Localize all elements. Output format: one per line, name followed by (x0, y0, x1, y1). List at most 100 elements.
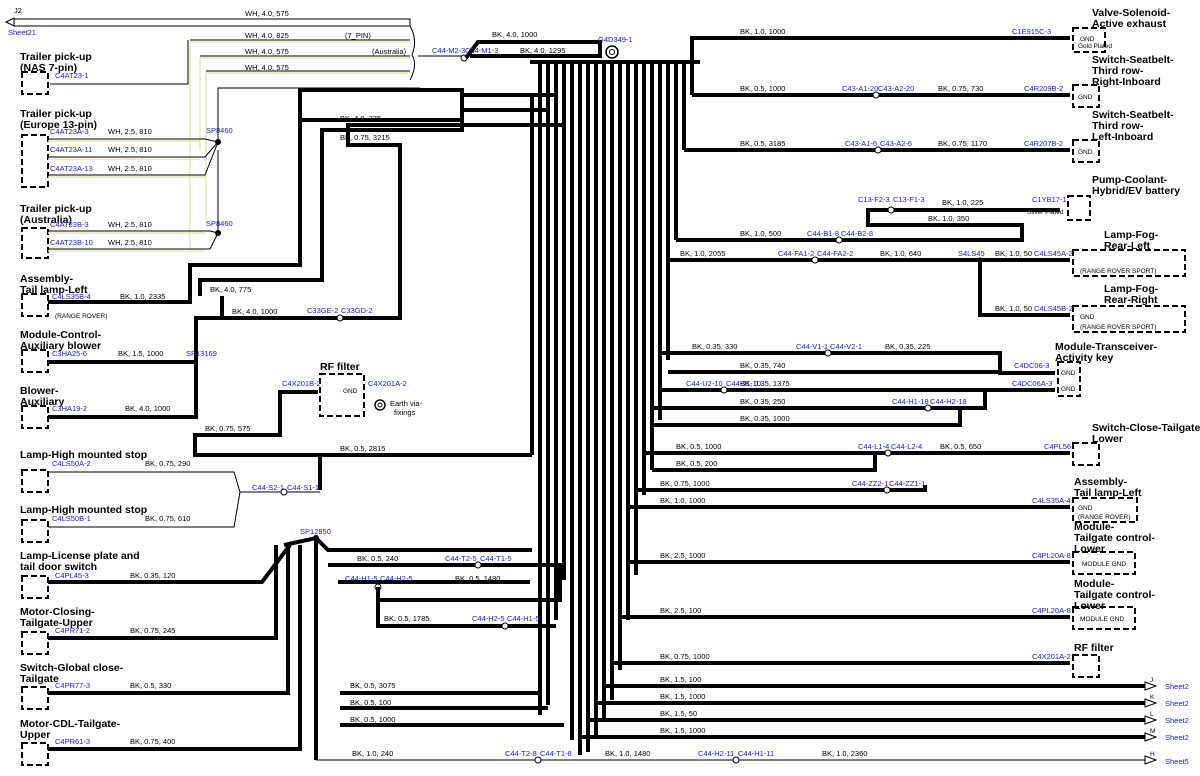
tl-r-title-2: Tail lamp-Left (1074, 487, 1142, 499)
inline-33-b[interactable]: C33GD-2 (341, 306, 373, 315)
tail-lamp-left-note: (RANGE ROVER) (55, 313, 107, 320)
rf-r-pin[interactable]: C4X201A-2 (1032, 652, 1071, 661)
tx-inline-u2[interactable]: C44-U2-10 (686, 379, 723, 388)
trailer-eu-wire-2: WH, 2.5, 810 (108, 145, 152, 154)
tx-pin-b[interactable]: C4DC06A-3 (1012, 379, 1052, 388)
sheet-in-link[interactable]: Sheet21 (8, 28, 36, 37)
top-bk-wire-2: BK, 4.0, 1295 (520, 46, 565, 55)
tg-mod-1-pin[interactable]: C4PL20A-8 (1032, 551, 1071, 560)
sw-close-inline-b[interactable]: C44-L2-4 (891, 442, 922, 451)
valve-pin[interactable]: C1E915C-3 (1012, 27, 1051, 36)
pump-pin[interactable]: C1YB17-1 (1032, 195, 1067, 204)
out-m-wire: BK, 1.5, 1000 (660, 726, 705, 735)
closing-motor-pin[interactable]: C4PR71-2 (55, 626, 90, 635)
lower-wire-5: BK, 0.5, 100 (350, 698, 391, 707)
license-lamp-pin[interactable]: C4PL45-3 (55, 571, 89, 580)
tl-r-note: (RANGE ROVER) (1078, 514, 1130, 521)
hms-inline-a[interactable]: C44-S2-1 (252, 483, 284, 492)
rf-r-title: RF filter (1074, 642, 1114, 654)
bottom-wire-2: BK, 1.0, 1480 (605, 749, 650, 758)
trailer-au-pin-1[interactable]: C4AT23B-3 (50, 220, 89, 229)
trailer-eu-pin-2[interactable]: C4AT23A-11 (50, 145, 92, 154)
top-wire-2-note: (7_PIN) (345, 31, 371, 40)
global-close-switch-pin[interactable]: C4PR77-3 (55, 681, 90, 690)
tx-inline-h1[interactable]: C44-H1-18 (892, 397, 929, 406)
trailer-eu-pin-1[interactable]: C4AT23A-3 (50, 127, 89, 136)
trailer-au-pin-2[interactable]: C4AT23B-10 (50, 238, 93, 247)
trailer-eu-connector (21, 134, 49, 188)
tl-r-inline-b[interactable]: C44-ZZ1-1 (889, 479, 925, 488)
pump-inline-a[interactable]: C13-F2-3 (858, 195, 890, 204)
out-j-sheet[interactable]: Sheet2 (1165, 682, 1189, 691)
blower-aux-wire: BK, 4.0, 1000 (125, 404, 170, 413)
seatbelt-l-inline-b[interactable]: C43-A2-6 (880, 139, 912, 148)
tl-r-inline-a[interactable]: C44-ZZ2-1 (852, 479, 888, 488)
trailer-au-connector (21, 227, 49, 259)
tx-inline-h2[interactable]: C44-H2-18 (930, 397, 967, 406)
out-l-wire: BK, 1.5, 50 (660, 709, 697, 718)
fog-l-inline-b[interactable]: C44-FA2-2 (817, 249, 853, 258)
cdl-motor-title-2: Upper (20, 729, 50, 741)
seatbelt-r-inline-b[interactable]: C43-A2-20 (878, 84, 914, 93)
bottom-inline-h2[interactable]: C44-H2-11 (698, 749, 734, 758)
lower-inline-1b[interactable]: C44-T1-5 (480, 554, 512, 563)
splice-sp12850: SP12850 (300, 527, 331, 536)
cdl-motor-pin[interactable]: C4PR61-3 (55, 737, 90, 746)
wiring-diagram: { "page": {"label": "J2", "sheet_in": "S… (0, 0, 1200, 776)
tx-inline-v2[interactable]: C44-V2-1 (830, 342, 862, 351)
bottom-inline-t2[interactable]: C44-T2-8 (505, 749, 537, 758)
bottom-inline-t1[interactable]: C44-T1-8 (540, 749, 572, 758)
pump-inline-b1[interactable]: C44-B1-8 (807, 229, 839, 238)
hms-lamp-b-pin[interactable]: C4LS50B-1 (52, 514, 91, 523)
fog-l-inline-a[interactable]: C44-FA1-2 (778, 249, 814, 258)
inline-33-a[interactable]: C33GE-2 (307, 306, 338, 315)
seatbelt-l-pin[interactable]: C4R207B-2 (1024, 139, 1063, 148)
trailer-eu-pin-3[interactable]: C4AT23A-13 (50, 164, 93, 173)
inline-top-a[interactable]: C44-M2-3 (432, 46, 465, 55)
bottom-sheet[interactable]: Sheet5 (1165, 757, 1189, 766)
seatbelt-r-inline-a[interactable]: C43-A1-20 (842, 84, 878, 93)
pump-inline-b[interactable]: C13-F1-3 (893, 195, 925, 204)
lower-inline-3b[interactable]: C44-H1-5 (507, 614, 540, 623)
sw-close-inline-a[interactable]: C44-L1-4 (858, 442, 889, 451)
bus-wire-5: BK, 0.75, 575 (205, 424, 250, 433)
global-close-switch-title-2: Tailgate (20, 673, 59, 685)
bottom-inline-h1[interactable]: C44-H1-11 (738, 749, 774, 758)
lower-inline-2b[interactable]: C44-H2-5 (380, 574, 413, 583)
hms-lamp-a-pin[interactable]: C4LS50A-2 (52, 459, 91, 468)
fog-l-pin[interactable]: C4LS45A-2 (1034, 249, 1073, 258)
out-m-sheet[interactable]: Sheet2 (1165, 733, 1189, 742)
lower-inline-2a[interactable]: C44-H1-5 (345, 574, 378, 583)
seatbelt-l-inline-a[interactable]: C43-A1-6 (845, 139, 877, 148)
bus-wire-4: BK, 4.0, 1000 (232, 307, 277, 316)
rf-filter-pin-b[interactable]: C4X201B-2 (282, 379, 321, 388)
fog-r-pin[interactable]: C4LS45B-2 (1034, 304, 1073, 313)
aux-blower-module-pin[interactable]: C3HA25-6 (52, 349, 87, 358)
trailer-nas-pin[interactable]: C4AT23-1 (55, 71, 89, 80)
seatbelt-r-pin[interactable]: C4R209B-2 (1024, 84, 1063, 93)
rf-filter-pin-a[interactable]: C4X201A-2 (368, 379, 407, 388)
tl-r-pin[interactable]: C4LS35A-4 (1032, 496, 1071, 505)
tx-inline-v1[interactable]: C44-V1-1 (796, 342, 828, 351)
blower-aux-pin[interactable]: C3HA19-2 (52, 404, 87, 413)
sw-close-title-2: Lower (1092, 433, 1123, 445)
valve-sub: Gold Plated (1078, 43, 1112, 50)
pump-inline-b2[interactable]: C44-B2-8 (841, 229, 873, 238)
out-k-sheet[interactable]: Sheet2 (1165, 699, 1189, 708)
hms-lamp-a-wire: BK, 0.75, 290 (145, 459, 190, 468)
hms-lamp-b-wire: BK, 0.75, 610 (145, 514, 190, 523)
hms-inline-b[interactable]: C44-S1-1 (287, 483, 319, 492)
tx-pin-a[interactable]: C4DC06-3 (1014, 361, 1049, 370)
tg-mod-2-gnd: MODULE GND (1080, 616, 1124, 623)
top-bk-wire-1: BK, 4.0, 1000 (492, 30, 537, 39)
lower-inline-3a[interactable]: C44-H2-5 (472, 614, 505, 623)
license-lamp-wire: BK, 0.35, 120 (130, 571, 175, 580)
tail-lamp-left-pin[interactable]: C4LS35B-4 (52, 292, 91, 301)
lower-inline-1a[interactable]: C44-T2-5 (445, 554, 477, 563)
out-k-wire: BK, 1.5, 1000 (660, 692, 705, 701)
fog-l-wire-2: BK, 1.0, 640 (880, 249, 921, 258)
tg-mod-2-pin[interactable]: C4PL20A-8 (1032, 606, 1071, 615)
cdl-motor-wire: BK, 0.75, 400 (130, 737, 175, 746)
out-l-sheet[interactable]: Sheet2 (1165, 716, 1189, 725)
out-l-letter: L (1150, 711, 1154, 718)
